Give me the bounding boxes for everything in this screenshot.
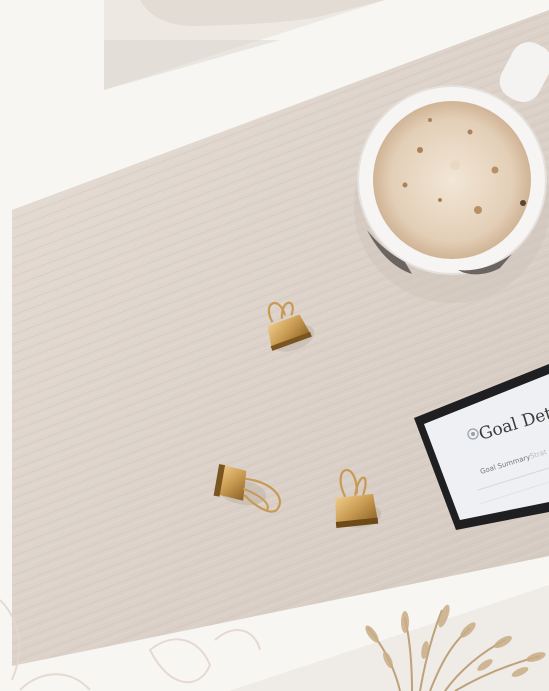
photo-collage: Goal Detail Goal Summary Strat: [0, 0, 549, 691]
top-photo: [104, 0, 385, 90]
desk-photo: Goal Detail Goal Summary Strat: [12, 10, 549, 666]
